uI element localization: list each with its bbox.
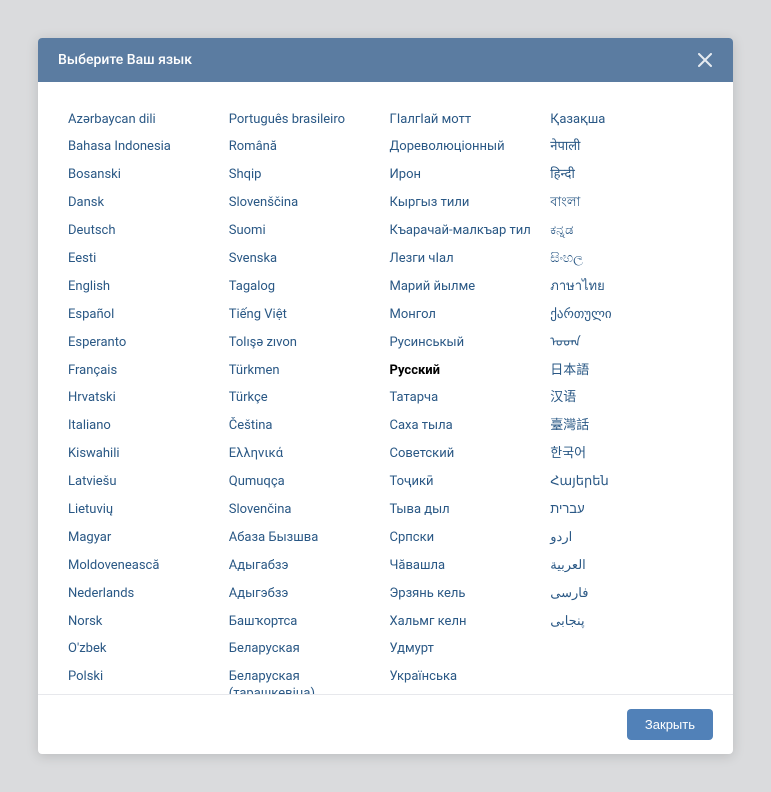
language-item[interactable]: Español [68, 301, 221, 329]
language-item[interactable]: Українська [390, 664, 543, 692]
language-item[interactable]: فارسی [550, 580, 703, 608]
language-item[interactable]: Esperanto [68, 329, 221, 357]
modal-footer: Закрыть [38, 694, 733, 754]
language-item[interactable]: Къарачай-малкъар тил [390, 218, 543, 246]
language-item[interactable]: עברית [550, 496, 703, 524]
language-item[interactable]: हिन्दी [550, 162, 703, 190]
language-grid: Azərbaycan diliBahasa IndonesiaBosanskiD… [68, 106, 703, 694]
language-item[interactable]: Moldovenească [68, 552, 221, 580]
language-item[interactable]: Адыгабзэ [229, 552, 382, 580]
language-item[interactable]: 臺灣話 [550, 413, 703, 441]
language-item[interactable]: Shqip [229, 162, 382, 190]
language-item[interactable]: O'zbek [68, 636, 221, 664]
language-item[interactable]: Ирон [390, 162, 543, 190]
modal-header: Выберите Ваш язык [38, 38, 733, 82]
language-item[interactable]: Slovenčina [229, 496, 382, 524]
language-item[interactable]: Lietuvių [68, 496, 221, 524]
language-item[interactable]: Саха тыла [390, 413, 543, 441]
language-item[interactable]: Дореволюціонный [390, 134, 543, 162]
language-item[interactable]: Hrvatski [68, 385, 221, 413]
close-icon[interactable] [697, 52, 713, 68]
language-item[interactable]: Tagalog [229, 273, 382, 301]
language-item[interactable]: Polski [68, 664, 221, 692]
language-item[interactable]: Bosanski [68, 162, 221, 190]
language-item[interactable]: Eesti [68, 245, 221, 273]
language-item[interactable]: Bahasa Indonesia [68, 134, 221, 162]
language-item[interactable]: Norsk [68, 608, 221, 636]
language-item[interactable]: Чӑвашла [390, 552, 543, 580]
language-item[interactable]: Dansk [68, 190, 221, 218]
language-modal: Выберите Ваш язык Azərbaycan diliBahasa … [38, 38, 733, 754]
language-item[interactable]: ภาษาไทย [550, 273, 703, 301]
language-item[interactable]: Эрзянь кель [390, 580, 543, 608]
language-item[interactable]: Հայերեն [550, 469, 703, 497]
language-item[interactable]: Кыргыз тили [390, 190, 543, 218]
language-item[interactable]: Italiano [68, 413, 221, 441]
language-item[interactable]: اردو [550, 524, 703, 552]
language-item[interactable]: Azərbaycan dili [68, 106, 221, 134]
language-item[interactable]: 한국어 [550, 441, 703, 469]
language-item[interactable]: Адыгэбзэ [229, 580, 382, 608]
language-item[interactable]: Удмурт [390, 636, 543, 664]
language-item[interactable]: ქართული [550, 301, 703, 329]
language-item[interactable]: Qumuqça [229, 469, 382, 497]
language-item[interactable]: Српски [390, 524, 543, 552]
language-item[interactable]: বাংলা [550, 190, 703, 218]
language-item[interactable]: 汉语 [550, 385, 703, 413]
language-item[interactable]: Беларуская (тарашкевіца) [229, 664, 382, 694]
language-column: ГІалгІай моттДореволюціонныйИронКыргыз т… [390, 106, 543, 694]
language-column: Azərbaycan diliBahasa IndonesiaBosanskiD… [68, 106, 221, 694]
language-item[interactable]: Türkçe [229, 385, 382, 413]
language-item[interactable]: नेपाली [550, 134, 703, 162]
language-item[interactable]: ᠣᠣᠠᠠ [550, 329, 703, 357]
language-item[interactable]: Русский [390, 357, 543, 385]
language-item[interactable]: Абаза Бызшва [229, 524, 382, 552]
language-item[interactable]: Марий йылме [390, 273, 543, 301]
language-item[interactable]: Türkmen [229, 357, 382, 385]
language-item[interactable]: Tiếng Việt [229, 301, 382, 329]
close-button[interactable]: Закрыть [627, 709, 713, 740]
language-item[interactable]: Советский [390, 441, 543, 469]
language-item[interactable]: Čeština [229, 413, 382, 441]
language-item[interactable]: العربية [550, 552, 703, 580]
language-item[interactable]: Қазақша [550, 106, 703, 134]
language-item[interactable]: සිංහල [550, 245, 703, 273]
language-item[interactable]: پنجابی [550, 608, 703, 636]
language-item[interactable]: Kiswahili [68, 441, 221, 469]
language-item[interactable]: Ελληνικά [229, 441, 382, 469]
language-item[interactable]: Latviešu [68, 469, 221, 497]
language-item[interactable]: 日本語 [550, 357, 703, 385]
language-item[interactable]: Nederlands [68, 580, 221, 608]
language-item[interactable]: Башҡортса [229, 608, 382, 636]
language-item[interactable]: Беларуская [229, 636, 382, 664]
language-item[interactable]: Татарча [390, 385, 543, 413]
language-item[interactable]: Русинськый [390, 329, 543, 357]
language-item[interactable]: Тоҷикӣ [390, 469, 543, 497]
language-item[interactable]: ಕನ್ನಡ [550, 218, 703, 246]
language-item[interactable]: Tolışə zıvon [229, 329, 382, 357]
language-item[interactable]: Svenska [229, 245, 382, 273]
language-item[interactable]: Хальмг келн [390, 608, 543, 636]
language-item[interactable]: ГІалгІай мотт [390, 106, 543, 134]
language-column: Português brasileiroRomânăShqipSlovenšči… [229, 106, 382, 694]
language-item[interactable]: English [68, 273, 221, 301]
language-item[interactable]: Монгол [390, 301, 543, 329]
language-item[interactable]: Тыва дыл [390, 496, 543, 524]
language-item[interactable]: Magyar [68, 524, 221, 552]
modal-body: Azərbaycan diliBahasa IndonesiaBosanskiD… [38, 82, 733, 694]
language-column: Қазақшаनेपालीहिन्दीবাংলাಕನ್ನಡසිංහලภาษาไท… [550, 106, 703, 694]
language-item[interactable]: Português brasileiro [229, 106, 382, 134]
language-item[interactable]: Română [229, 134, 382, 162]
language-item[interactable]: Slovenščina [229, 190, 382, 218]
modal-title: Выберите Ваш язык [58, 52, 192, 68]
language-item[interactable]: Suomi [229, 218, 382, 246]
language-item[interactable]: Лезги чІал [390, 245, 543, 273]
language-item[interactable]: Français [68, 357, 221, 385]
language-item[interactable]: Deutsch [68, 218, 221, 246]
